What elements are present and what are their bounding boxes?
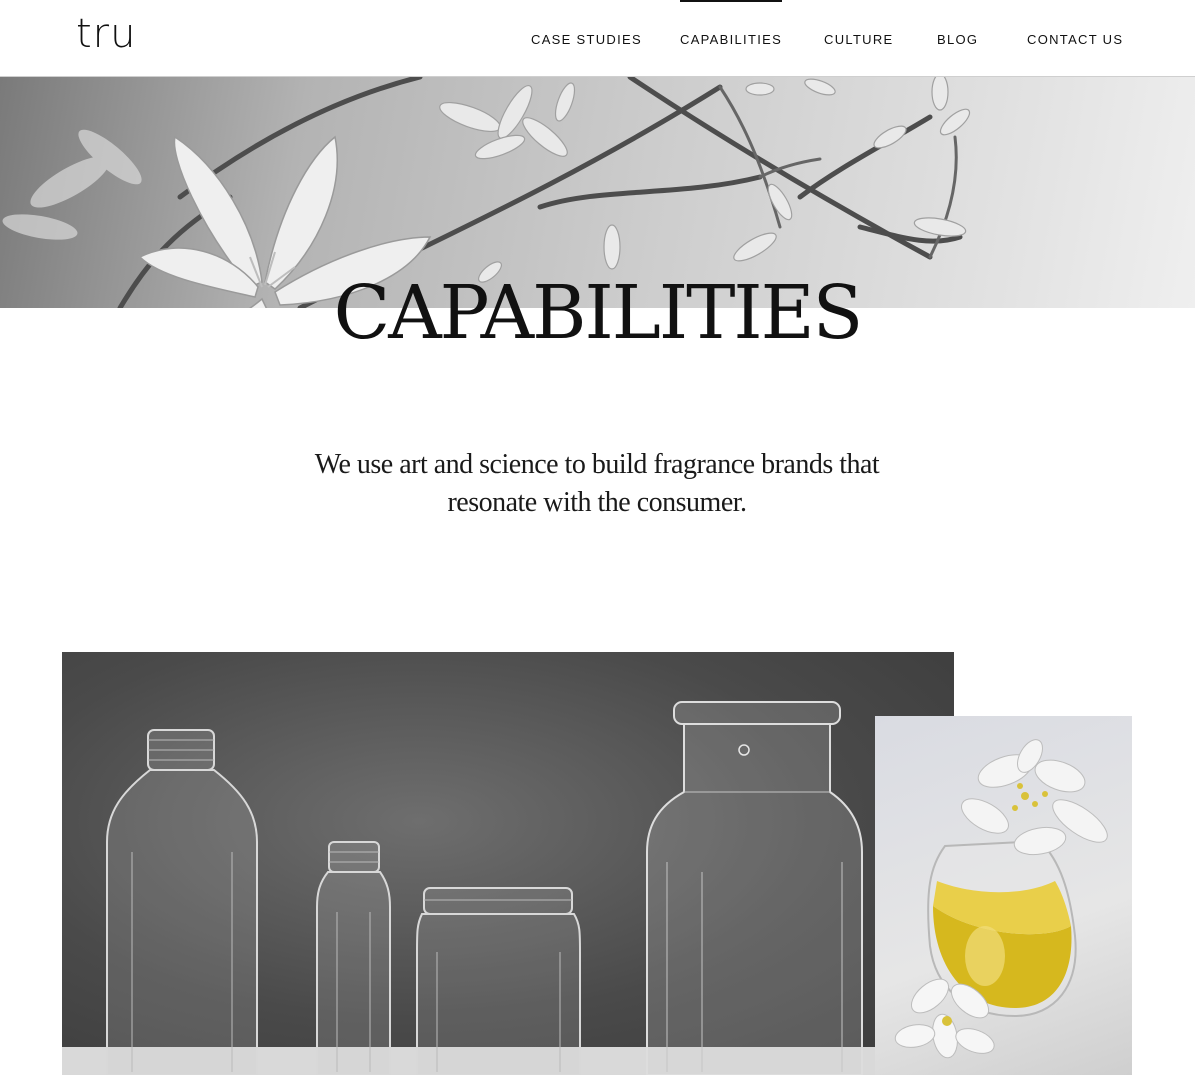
nav-capabilities[interactable]: CAPABILITIES <box>680 0 783 47</box>
page: tru CASE STUDIES CAPABILITIES CULTURE BL… <box>0 0 1195 1075</box>
nav-case-studies[interactable]: CASE STUDIES <box>531 32 642 47</box>
nav-culture[interactable]: CULTURE <box>824 32 894 47</box>
bottles-photo <box>62 652 954 1075</box>
nav-contact-us[interactable]: CONTACT US <box>1027 32 1123 47</box>
site-header: tru CASE STUDIES CAPABILITIES CULTURE BL… <box>0 0 1195 77</box>
oil-bottle-flower-photo <box>875 716 1132 1075</box>
logo[interactable]: tru <box>76 10 136 58</box>
nav-blog[interactable]: BLOG <box>937 32 978 47</box>
intro-text: We use art and science to build fragranc… <box>314 449 880 518</box>
page-title: CAPABILITIES <box>333 270 864 356</box>
